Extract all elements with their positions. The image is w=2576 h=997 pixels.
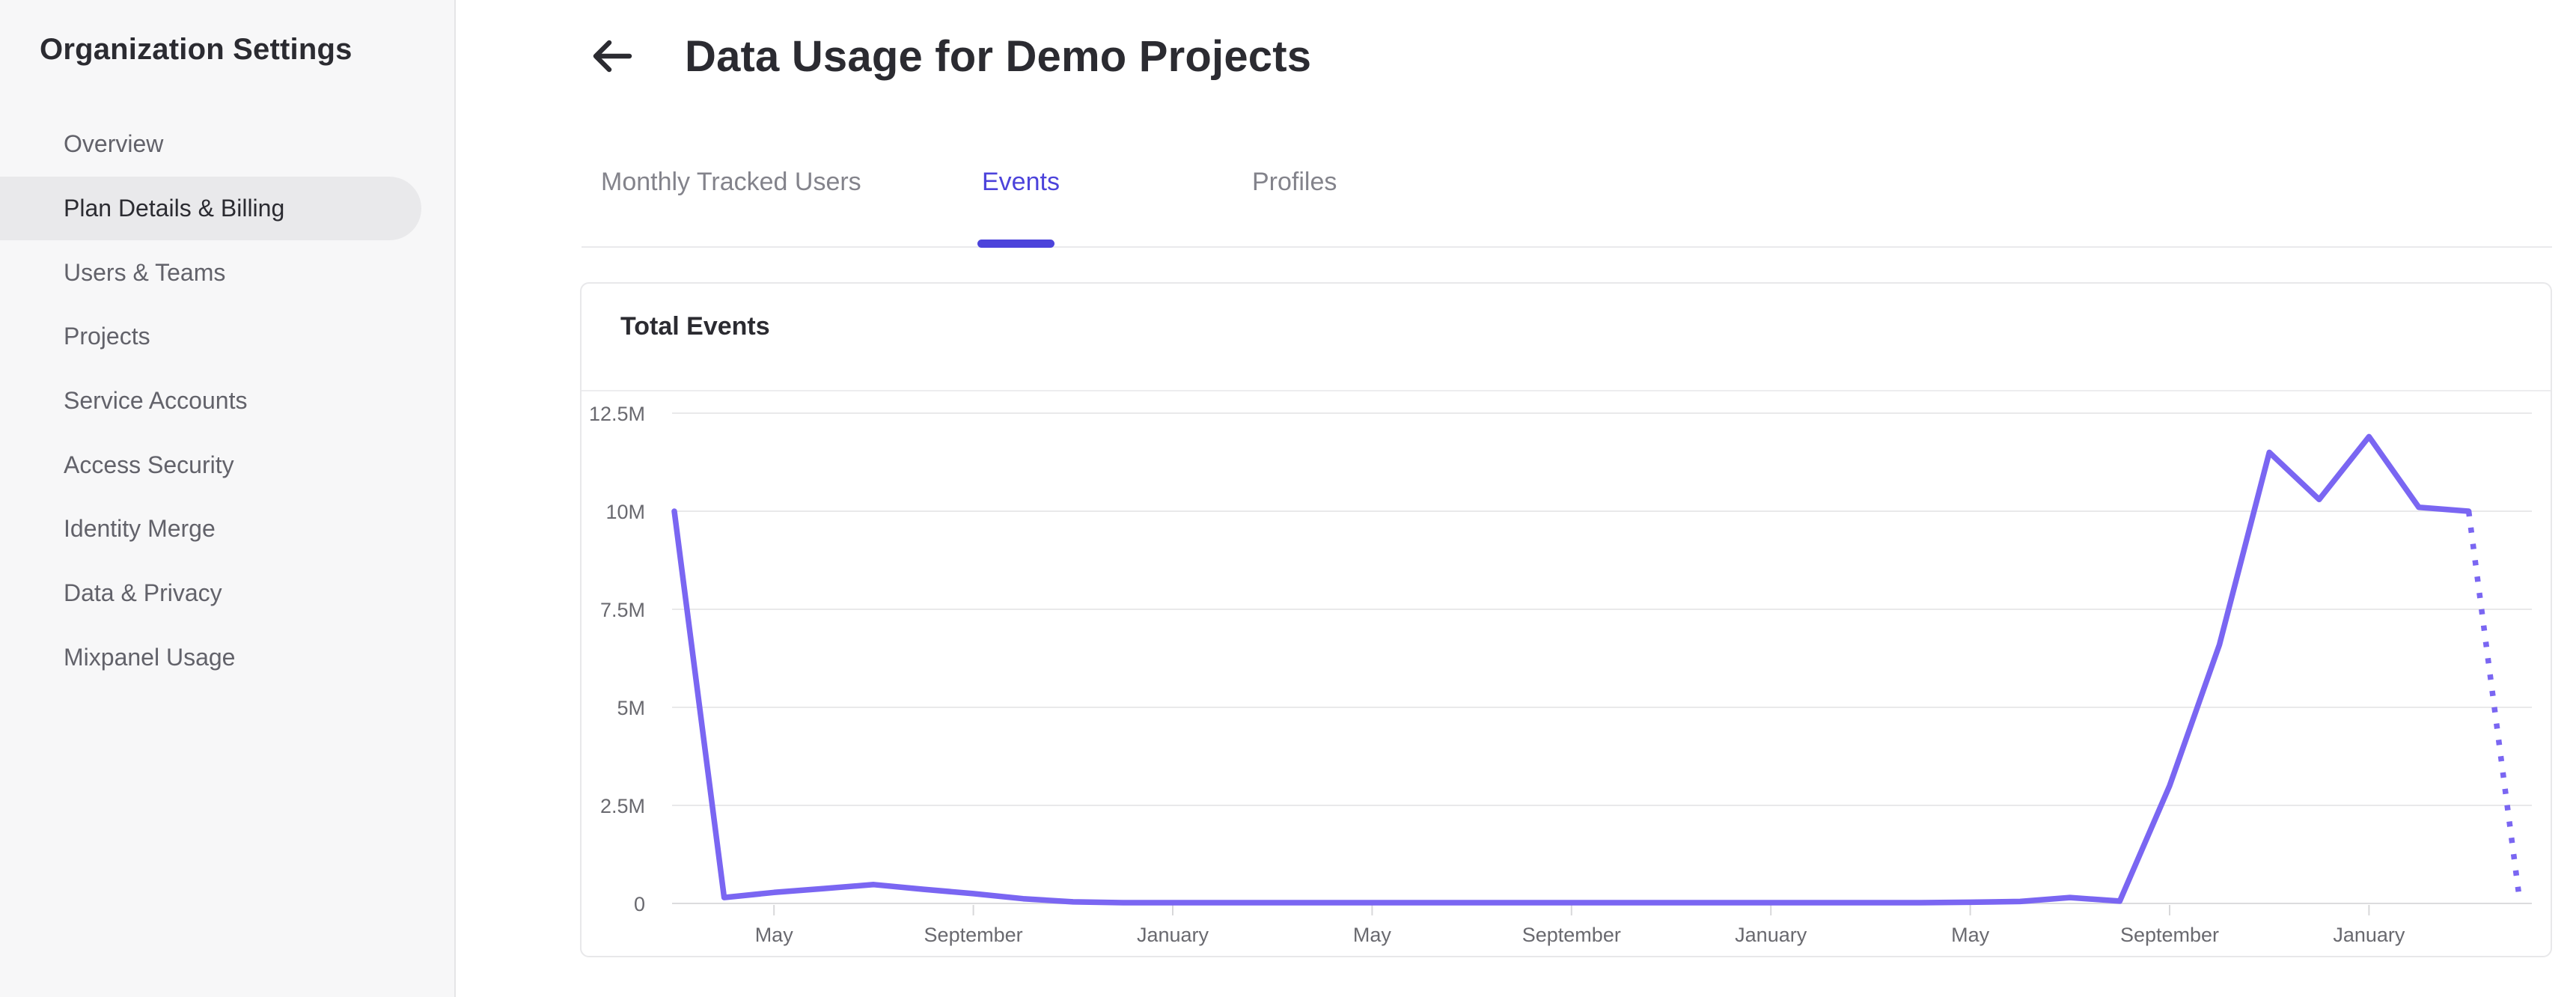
back-button[interactable] (590, 39, 632, 73)
x-axis-label: September (1522, 924, 1621, 946)
tabs-divider (582, 246, 2552, 248)
x-axis-label: May (1951, 924, 1990, 946)
x-axis-label: September (924, 924, 1023, 946)
sidebar-item-projects[interactable]: Projects (0, 305, 421, 369)
x-axis-label: January (2333, 924, 2405, 946)
sidebar-item-identity-merge[interactable]: Identity Merge (0, 497, 421, 561)
x-axis-label: January (1137, 924, 1209, 946)
y-axis-label: 2.5M (600, 795, 645, 817)
y-axis-label: 7.5M (600, 599, 645, 621)
sidebar-item-access-security[interactable]: Access Security (0, 433, 421, 497)
events-series-dotted-projection (2465, 510, 2521, 892)
y-axis-label: 5M (617, 697, 645, 719)
chart-title: Total Events (620, 312, 770, 341)
tab-events[interactable]: Events (982, 168, 1060, 197)
x-axis-label: January (1735, 924, 1807, 946)
y-axis-label: 0 (634, 893, 645, 915)
tab-profiles[interactable]: Profiles (1252, 168, 1337, 197)
organization-settings-sidebar: Organization Settings Overview Plan Detai… (0, 0, 456, 997)
sidebar-item-mixpanel-usage[interactable]: Mixpanel Usage (0, 626, 421, 690)
x-axis-label: September (2120, 924, 2219, 946)
x-axis-label: May (755, 924, 794, 946)
page-title: Data Usage for Demo Projects (685, 32, 1312, 81)
sidebar-nav: Overview Plan Details & Billing Users & Te… (0, 112, 454, 689)
x-axis-label: May (1353, 924, 1392, 946)
sidebar-title: Organization Settings (40, 33, 352, 66)
sidebar-item-service-accounts[interactable]: Service Accounts (0, 369, 421, 433)
y-axis-label: 10M (605, 501, 645, 523)
sidebar-item-data-privacy[interactable]: Data & Privacy (0, 561, 421, 626)
card-header: Total Events (582, 284, 2551, 391)
sidebar-item-plan-details-billing[interactable]: Plan Details & Billing (0, 176, 421, 241)
sidebar-item-overview[interactable]: Overview (0, 112, 421, 177)
tab-monthly-tracked-users[interactable]: Monthly Tracked Users (601, 168, 861, 197)
active-tab-underline (977, 240, 1054, 248)
y-axis-label: 12.5M (589, 403, 645, 425)
sidebar-item-users-teams[interactable]: Users & Teams (0, 240, 421, 305)
total-events-chart[interactable]: 12.5M 10M 7.5M 5M 2.5M 0 May September January Ma… (582, 391, 2552, 956)
left-arrow-icon (593, 40, 632, 73)
events-series-line (671, 433, 2472, 906)
